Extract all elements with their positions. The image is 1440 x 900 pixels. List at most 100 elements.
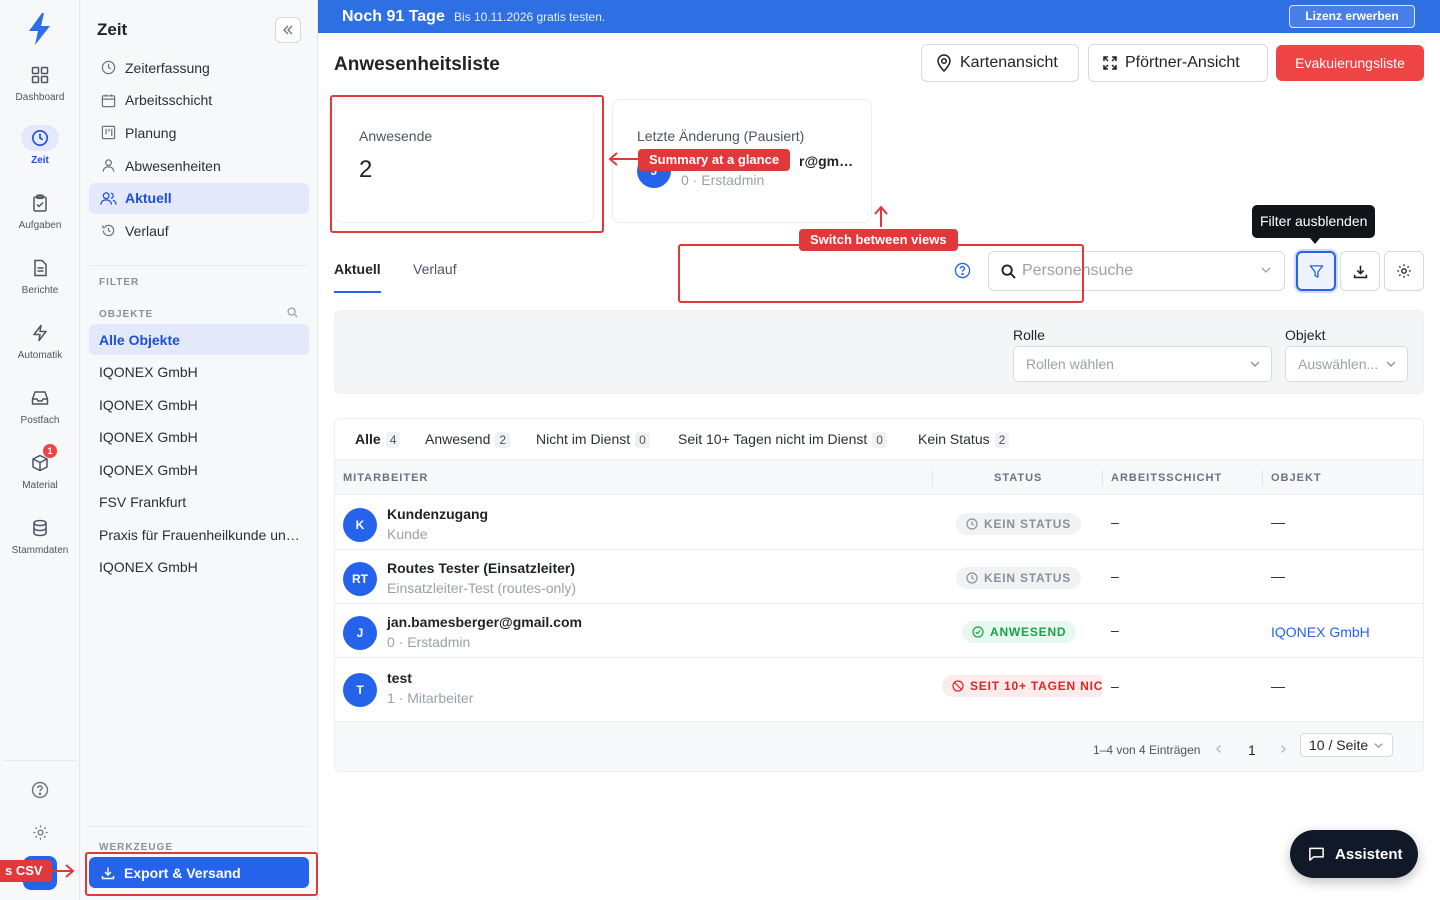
- users-icon: [99, 189, 117, 207]
- rail-item-stammdaten[interactable]: Stammdaten: [0, 515, 80, 575]
- collapse-sidebar-button[interactable]: [275, 17, 301, 43]
- object-select-placeholder: Auswählen...: [1298, 356, 1379, 372]
- current-page[interactable]: 1: [1248, 742, 1256, 758]
- last-change-label: Letzte Änderung (Pausiert): [637, 128, 805, 144]
- object-item[interactable]: IQONEX GmbH: [89, 389, 309, 420]
- attendance-table: Alle 4 Anwesend 2 Nicht im Dienst 0 Seit 10…: [334, 418, 1424, 772]
- filter-toggle-button[interactable]: [1296, 251, 1336, 291]
- evacuation-list-button[interactable]: Evakuierungsliste: [1276, 45, 1424, 81]
- object-item-all[interactable]: Alle Objekte: [89, 324, 309, 355]
- dashboard-grid-icon: [21, 62, 59, 88]
- rail-item-zeit[interactable]: Zeit: [0, 125, 80, 185]
- status-text: SEIT 10+ TAGEN NICH: [970, 679, 1102, 693]
- object-item[interactable]: Praxis für Frauenheilkunde un…: [89, 519, 309, 550]
- buy-license-button[interactable]: Lizenz erwerben: [1289, 5, 1415, 28]
- object-link[interactable]: IQONEX GmbH: [1271, 624, 1370, 640]
- object-item[interactable]: IQONEX GmbH: [89, 552, 309, 583]
- object-value: —: [1271, 568, 1285, 584]
- object-item[interactable]: IQONEX GmbH: [89, 454, 309, 485]
- sidebar-item-planung[interactable]: Planung: [89, 117, 309, 148]
- sidebar-item-arbeitsschicht[interactable]: Arbeitsschicht: [89, 85, 309, 116]
- object-select[interactable]: Auswählen...: [1285, 346, 1408, 382]
- status-badge: SEIT 10+ TAGEN NICH: [942, 675, 1102, 697]
- object-item[interactable]: IQONEX GmbH: [89, 357, 309, 388]
- map-view-button[interactable]: Kartenansicht: [921, 44, 1079, 82]
- column-header-object[interactable]: OBJEKT: [1271, 472, 1322, 484]
- gate-view-button[interactable]: Pförtner-Ansicht: [1088, 44, 1268, 82]
- status-tab-nicht-im-dienst[interactable]: Nicht im Dienst 0: [536, 431, 650, 448]
- table-header: MITARBEITER STATUS ARBEITSSCHICHT OBJEKT: [335, 459, 1423, 495]
- status-tab-kein-status[interactable]: Kein Status 2: [918, 431, 1010, 448]
- column-header-employee[interactable]: MITARBEITER: [343, 472, 428, 484]
- column-divider: [1262, 470, 1263, 486]
- rail-label-aufgaben: Aufgaben: [18, 220, 62, 231]
- sidebar-item-aktuell[interactable]: Aktuell: [89, 182, 309, 214]
- table-row[interactable]: K Kundenzugang Kunde KEIN STATUS – —: [335, 496, 1423, 550]
- highlight-summary: [330, 95, 604, 233]
- filter-panel: Rolle Rollen wählen Objekt Auswählen...: [334, 310, 1424, 394]
- rail-item-material[interactable]: 1 Material: [0, 444, 80, 510]
- tab-verlauf[interactable]: Verlauf: [413, 261, 457, 277]
- chat-bubble-icon: [1308, 846, 1325, 862]
- employee-name: Routes Tester (Einsatzleiter): [387, 560, 576, 576]
- role-select[interactable]: Rollen wählen: [1013, 346, 1272, 382]
- app-logo-icon[interactable]: [26, 12, 54, 46]
- arrow-up-icon: [874, 205, 888, 227]
- clock-icon: [966, 572, 978, 584]
- status-tab-anwesend[interactable]: Anwesend 2: [425, 431, 511, 448]
- table-row[interactable]: RT Routes Tester (Einsatzleiter) Einsatz…: [335, 550, 1423, 604]
- sidebar-item-abwesenheiten[interactable]: Abwesenheiten: [89, 150, 309, 181]
- tooltip-arrow: [1310, 238, 1320, 244]
- chevron-left-icon[interactable]: [1214, 744, 1224, 754]
- settings-button[interactable]: [1384, 251, 1424, 291]
- rail-item-aufgaben[interactable]: Aufgaben: [0, 190, 80, 250]
- download-icon: [1353, 264, 1368, 279]
- page-size-value: 10 / Seite: [1309, 737, 1369, 753]
- status-tab-count: 2: [495, 432, 511, 448]
- status-tab-label: Kein Status: [918, 431, 990, 447]
- ban-icon: [952, 680, 964, 692]
- rail-item-automatik[interactable]: Automatik: [0, 320, 80, 380]
- download-button[interactable]: [1340, 251, 1380, 291]
- avatar: K: [343, 508, 377, 542]
- rail-item-berichte[interactable]: Berichte: [0, 255, 80, 315]
- assistant-button[interactable]: Assistent: [1290, 830, 1418, 878]
- trial-subtitle: Bis 10.11.2026 gratis testen.: [454, 10, 606, 24]
- status-tab-label: Seit 10+ Tagen nicht im Dienst: [678, 431, 868, 447]
- trial-banner: Noch 91 Tage Bis 10.11.2026 gratis teste…: [318, 0, 1440, 33]
- status-badge: ANWESEND: [962, 621, 1077, 643]
- object-item[interactable]: IQONEX GmbH: [89, 422, 309, 453]
- map-view-label: Kartenansicht: [960, 54, 1058, 71]
- shift-value: –: [1111, 622, 1119, 638]
- icon-rail: Dashboard Zeit Aufgaben Berichte Automat…: [0, 0, 80, 900]
- pagination-info: 1–4 von 4 Einträgen: [1093, 743, 1201, 757]
- object-item[interactable]: FSV Frankfurt: [89, 487, 309, 518]
- rail-item-postfach[interactable]: Postfach: [0, 385, 80, 445]
- settings-gear-icon[interactable]: [28, 820, 52, 844]
- kanban-icon: [99, 124, 117, 142]
- document-icon: [21, 255, 59, 281]
- rail-item-dashboard[interactable]: Dashboard: [0, 62, 80, 122]
- chevron-right-icon[interactable]: [1278, 744, 1288, 754]
- last-change-name: r@gm…: [799, 153, 854, 169]
- status-tab-seit-10-tagen[interactable]: Seit 10+ Tagen nicht im Dienst 0: [678, 431, 887, 448]
- column-header-shift[interactable]: ARBEITSSCHICHT: [1111, 472, 1222, 484]
- sidebar-item-zeiterfassung[interactable]: Zeiterfassung: [89, 52, 309, 83]
- search-icon[interactable]: [287, 305, 298, 321]
- rail-label-stammdaten: Stammdaten: [11, 545, 69, 556]
- help-circle-icon[interactable]: [28, 778, 52, 802]
- status-tab-alle[interactable]: Alle 4: [355, 431, 401, 448]
- rail-label-dashboard: Dashboard: [15, 92, 65, 103]
- sidebar-item-verlauf[interactable]: Verlauf: [89, 215, 309, 246]
- annotation-switch-views: Switch between views: [799, 229, 958, 251]
- tab-aktuell[interactable]: Aktuell: [334, 261, 381, 277]
- page-size-select[interactable]: 10 / Seite: [1300, 733, 1393, 757]
- check-circle-icon: [972, 626, 984, 638]
- column-header-status[interactable]: STATUS: [994, 472, 1042, 484]
- clipboard-icon: [21, 190, 59, 216]
- table-row[interactable]: T test 1 · Mitarbeiter SEIT 10+ TAGEN NI…: [335, 658, 1423, 722]
- employee-role: 0 · Erstadmin: [387, 634, 471, 650]
- filter-funnel-icon: [1309, 264, 1324, 279]
- table-row[interactable]: J jan.bamesberger@gmail.com 0 · Erstadmi…: [335, 604, 1423, 658]
- active-tab-indicator: [334, 291, 381, 293]
